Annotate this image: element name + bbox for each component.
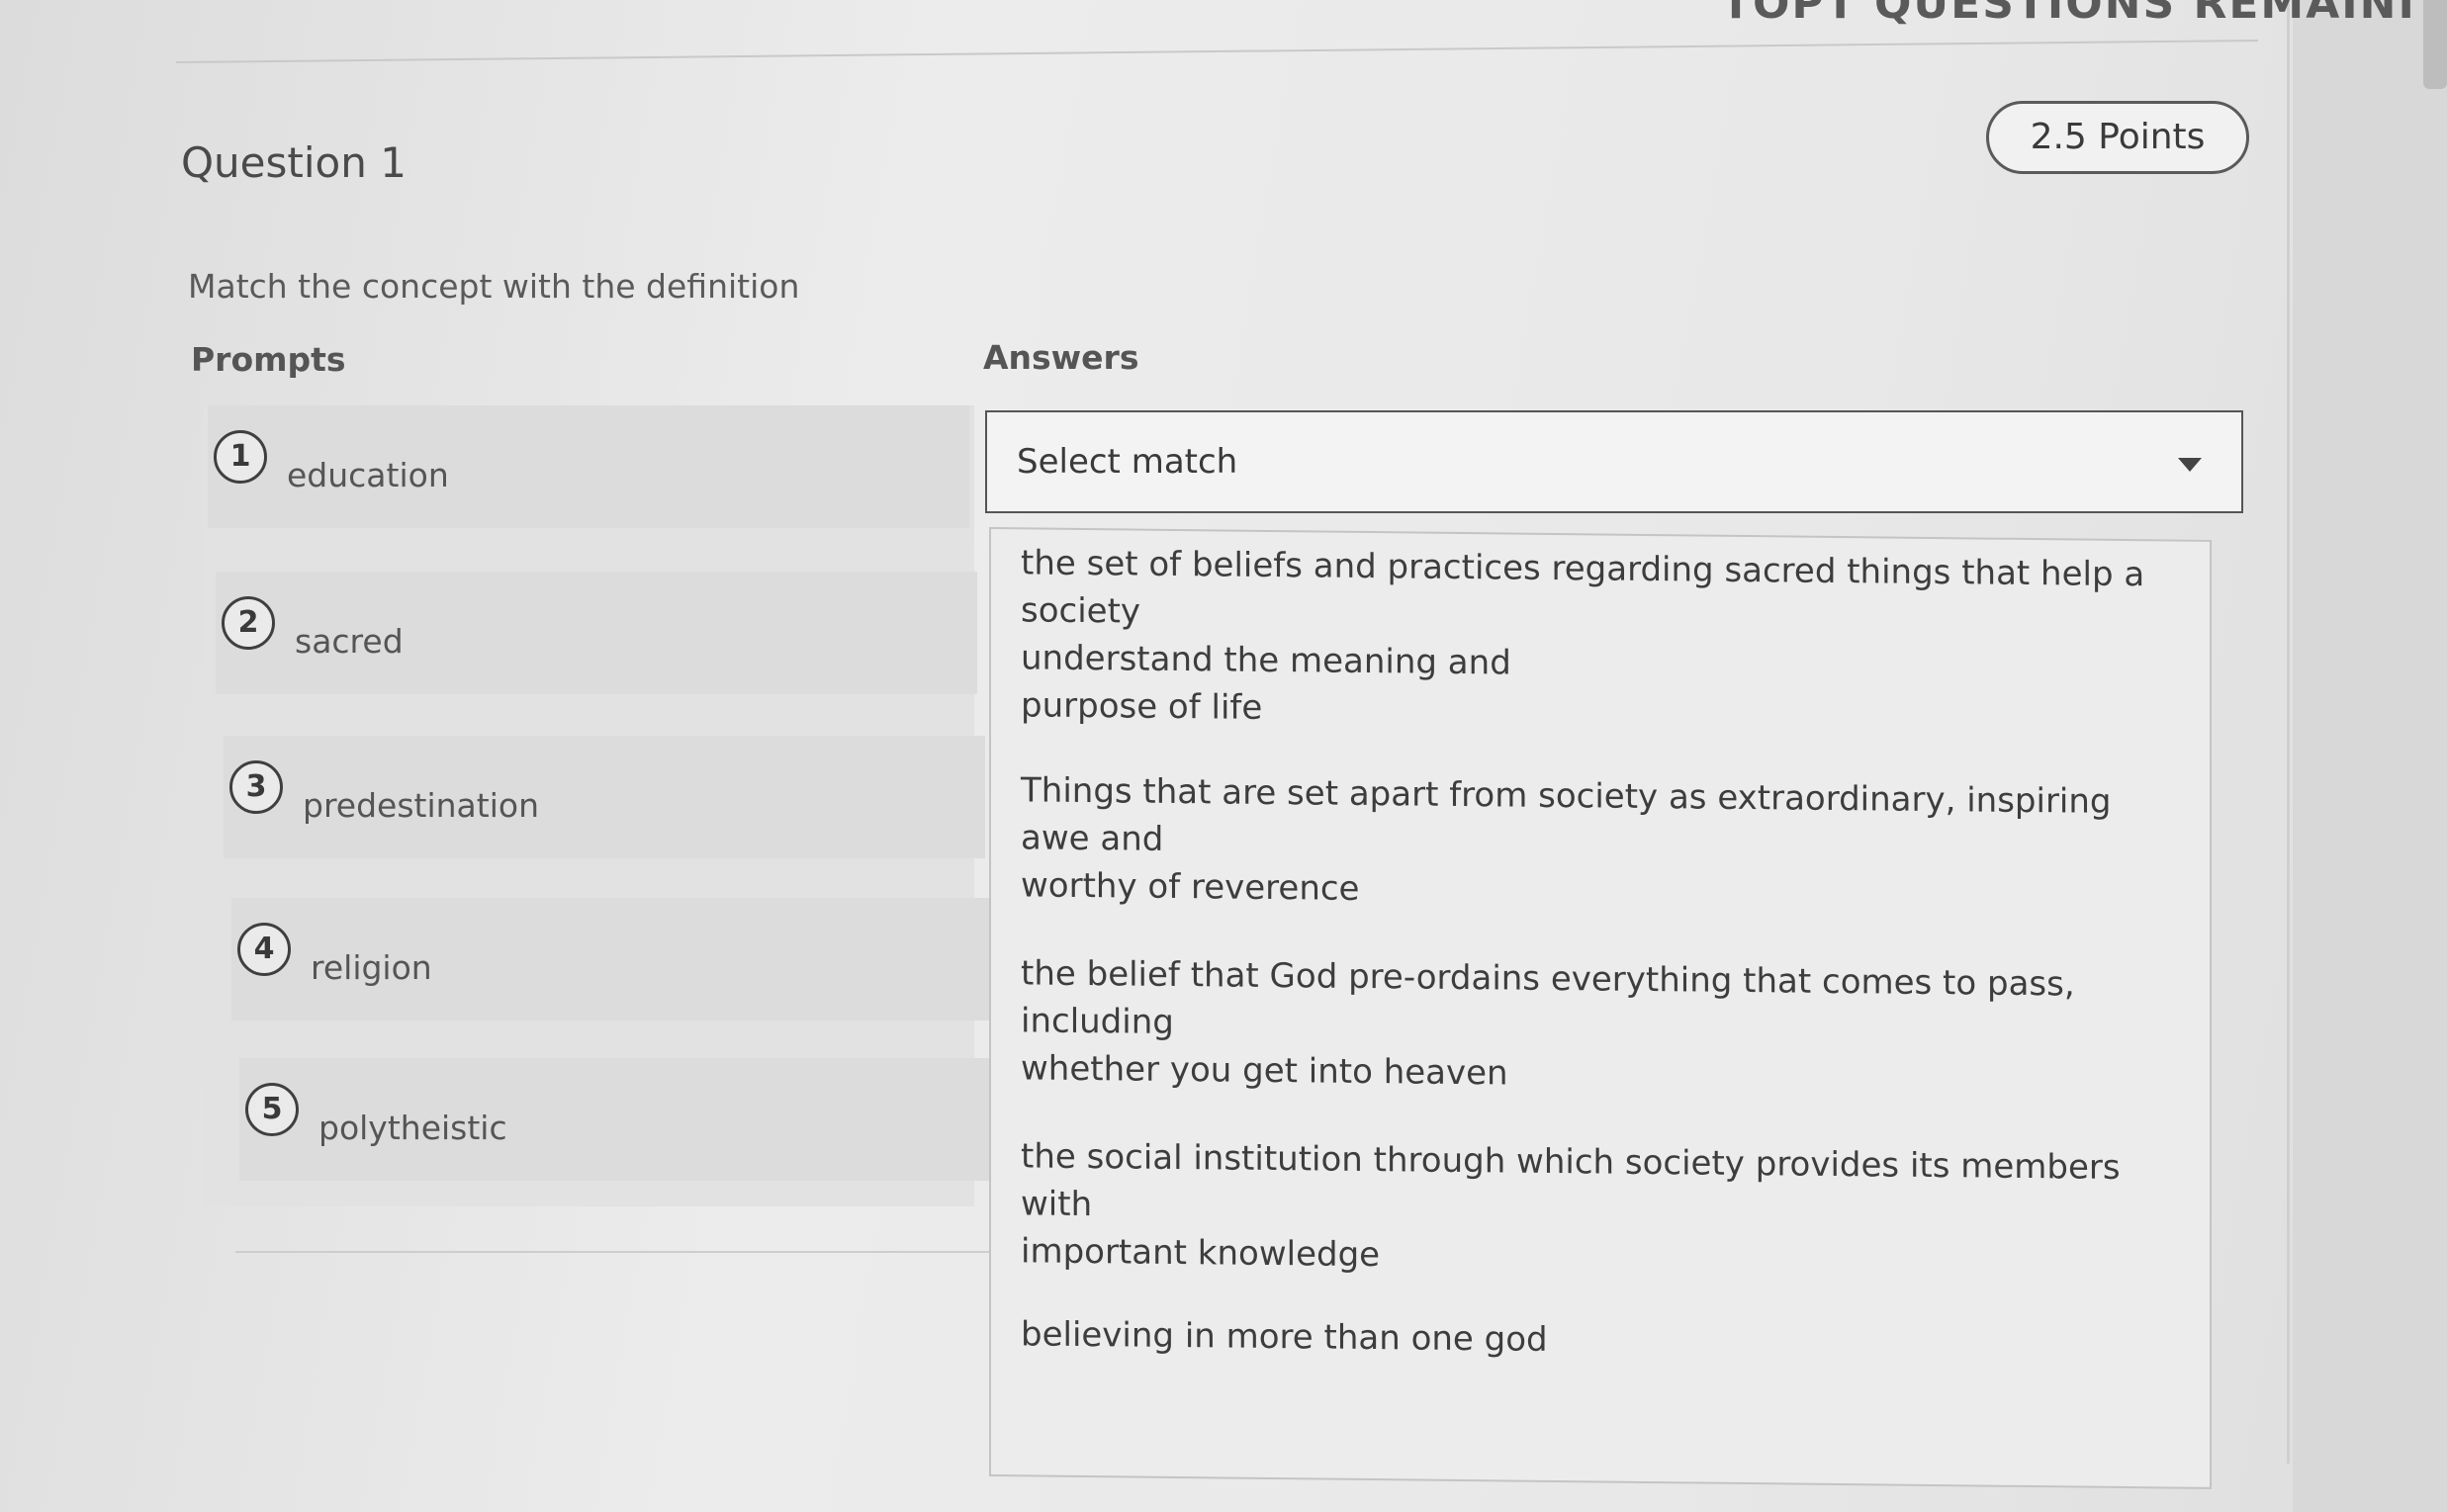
match-select-dropdown[interactable]: Select match	[985, 410, 2243, 513]
prompt-number-badge: 4	[237, 923, 291, 976]
prompt-label: education	[287, 455, 449, 494]
question-title: Question 1	[181, 138, 407, 187]
prompt-label: religion	[311, 947, 432, 987]
page-margin	[2293, 0, 2447, 1512]
dropdown-options-list: the set of beliefs and practices regardi…	[989, 527, 2212, 1489]
option-text-line: the social institution through which soc…	[1021, 1136, 2121, 1225]
prompt-label: predestination	[303, 785, 539, 825]
prompt-row-3[interactable]: 3 predestination	[224, 736, 985, 858]
scrollbar-thumb[interactable]	[2423, 0, 2447, 89]
prompt-number-badge: 3	[229, 760, 283, 814]
dropdown-option-1[interactable]: the set of beliefs and practices regardi…	[1021, 539, 2168, 741]
option-text-line: the set of beliefs and practices regardi…	[1021, 543, 2145, 632]
option-text-line: believing in more than one god	[1021, 1314, 1548, 1360]
option-text-line: Things that are set apart from society a…	[1021, 770, 2112, 859]
dropdown-option-5[interactable]: believing in more than one god	[1021, 1310, 2168, 1370]
points-badge: 2.5 Points	[1986, 101, 2249, 174]
answers-heading: Answers	[983, 338, 1139, 377]
prompt-number-badge: 1	[214, 430, 267, 484]
select-placeholder: Select match	[1017, 442, 1238, 482]
prompt-row-1[interactable]: 1 education	[208, 405, 969, 528]
prompt-row-2[interactable]: 2 sacred	[216, 572, 977, 694]
prompt-label: polytheistic	[318, 1108, 507, 1147]
prompt-label: sacred	[295, 621, 404, 661]
question-instruction: Match the concept with the definition	[188, 267, 800, 306]
prompt-row-5[interactable]: 5 polytheistic	[239, 1058, 1001, 1181]
questions-remaining-banner: TOPT QUESTIONS REMAINI	[1721, 0, 2416, 29]
chevron-down-icon[interactable]	[2178, 458, 2202, 472]
prompts-bottom-divider	[235, 1251, 997, 1253]
dropdown-option-3[interactable]: the belief that God pre-ordains everythi…	[1021, 949, 2168, 1104]
prompt-number-badge: 2	[222, 596, 275, 650]
prompt-row-4[interactable]: 4 religion	[231, 898, 993, 1021]
dropdown-option-2[interactable]: Things that are set apart from society a…	[1021, 766, 2168, 921]
content-border	[2287, 0, 2290, 1464]
option-text-line: the belief that God pre-ordains everythi…	[1021, 953, 2075, 1042]
prompts-heading: Prompts	[191, 340, 346, 379]
dropdown-option-4[interactable]: the social institution through which soc…	[1021, 1132, 2168, 1287]
prompt-number-badge: 5	[245, 1083, 299, 1136]
